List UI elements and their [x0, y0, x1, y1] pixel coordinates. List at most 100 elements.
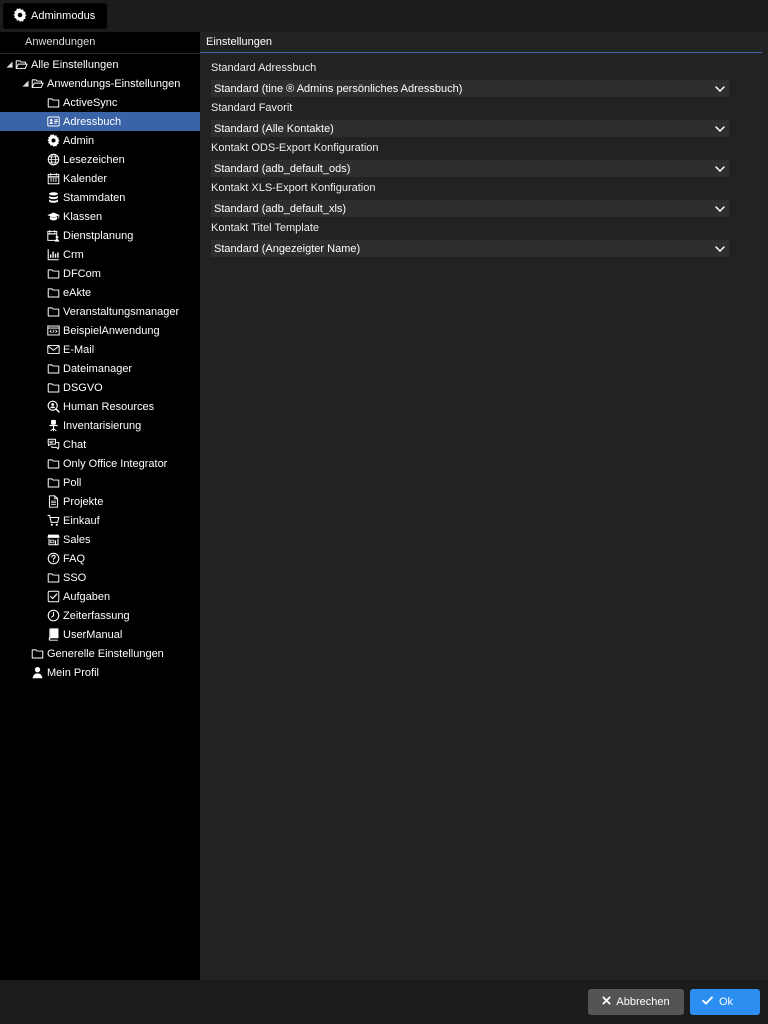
expand-arrow-icon[interactable]	[21, 80, 29, 88]
tree-item-label: ActiveSync	[63, 96, 118, 109]
setting-label: Kontakt Titel Template	[211, 222, 320, 234]
tree-item-label: Klassen	[63, 210, 103, 223]
setting-select[interactable]: Standard (Angezeigter Name)	[211, 240, 729, 257]
tree-item-label: Dienstplanung	[63, 229, 134, 242]
chevron-down-icon[interactable]	[714, 163, 726, 175]
database-icon	[46, 191, 60, 205]
tree-item-label: Chat	[63, 438, 87, 451]
tree-item-klassen[interactable]: Klassen	[0, 207, 200, 226]
gear-icon	[46, 134, 60, 148]
tree-item-activesync[interactable]: ActiveSync	[0, 93, 200, 112]
tree-item-poll[interactable]: Poll	[0, 473, 200, 492]
tree-item-label: Generelle Einstellungen	[47, 647, 164, 660]
tree-item-admin[interactable]: Admin	[0, 131, 200, 150]
select-value: Standard (adb_default_ods)	[214, 162, 351, 175]
tree-item-label: DFCom	[63, 267, 101, 280]
document-icon	[46, 495, 60, 509]
folder-open-icon	[30, 77, 44, 91]
folder-icon	[46, 457, 60, 471]
tree-item-mein-profil[interactable]: Mein Profil	[0, 663, 200, 682]
select-value: Standard (tine ® Admins persönliches Adr…	[214, 82, 463, 95]
tree-item-faq[interactable]: FAQ	[0, 549, 200, 568]
bar-chart-icon	[46, 248, 60, 262]
tree-item-dsgvo[interactable]: DSGVO	[0, 378, 200, 397]
select-value: Standard (Alle Kontakte)	[214, 122, 334, 135]
ok-button[interactable]: Ok	[690, 989, 760, 1015]
admin-mode-button[interactable]: Adminmodus	[3, 3, 108, 29]
chevron-down-icon[interactable]	[714, 83, 726, 95]
tree-item-label: Mein Profil	[47, 666, 99, 679]
tree-item-sso[interactable]: SSO	[0, 568, 200, 587]
tree-item-veranstaltungsmanager[interactable]: Veranstaltungsmanager	[0, 302, 200, 321]
tree-item-label: FAQ	[63, 552, 86, 565]
tree-item-e-mail[interactable]: E-Mail	[0, 340, 200, 359]
user-search-icon	[46, 400, 60, 414]
tree-item-anwendungs-einstellungen[interactable]: Anwendungs-Einstellungen	[0, 74, 200, 93]
tree-item-inventarisierung[interactable]: Inventarisierung	[0, 416, 200, 435]
book-icon	[46, 628, 60, 642]
tree-item-label: Kalender	[63, 172, 108, 185]
cart-icon	[46, 514, 60, 528]
code-window-icon	[46, 324, 60, 338]
tree-item-label: Poll	[63, 476, 82, 489]
tree-item-zeiterfassung[interactable]: Zeiterfassung	[0, 606, 200, 625]
tree-item-only-office-integrator[interactable]: Only Office Integrator	[0, 454, 200, 473]
settings-tree-panel: Anwendungen Alle Einstellungen Anwendungs…	[0, 32, 200, 980]
address-card-icon	[46, 115, 60, 129]
tree-item-usermanual[interactable]: UserManual	[0, 625, 200, 644]
tree-item-label: Inventarisierung	[63, 419, 142, 432]
calendar-icon	[46, 172, 60, 186]
tree-item-label: Only Office Integrator	[63, 457, 168, 470]
tree-item-eakte[interactable]: eAkte	[0, 283, 200, 302]
setting-select[interactable]: Standard (Alle Kontakte)	[211, 120, 729, 137]
tree-header: Anwendungen	[0, 32, 200, 54]
tree-item-generelle-einstellungen[interactable]: Generelle Einstellungen	[0, 644, 200, 663]
tree-item-einkauf[interactable]: Einkauf	[0, 511, 200, 530]
expand-arrow-icon[interactable]	[5, 61, 13, 69]
tree-item-label: Admin	[63, 134, 95, 147]
tree-item-projekte[interactable]: Projekte	[0, 492, 200, 511]
tree-item-chat[interactable]: Chat	[0, 435, 200, 454]
chevron-down-icon[interactable]	[714, 203, 726, 215]
setting-select[interactable]: Standard (tine ® Admins persönliches Adr…	[211, 80, 729, 97]
tree-item-alle-einstellungen[interactable]: Alle Einstellungen	[0, 55, 200, 74]
tree-item-dienstplanung[interactable]: Dienstplanung	[0, 226, 200, 245]
tree-item-beispielanwendung[interactable]: BeispielAnwendung	[0, 321, 200, 340]
setting-select[interactable]: Standard (adb_default_xls)	[211, 200, 729, 217]
tree-item-stammdaten[interactable]: Stammdaten	[0, 188, 200, 207]
setting-select[interactable]: Standard (adb_default_ods)	[211, 160, 729, 177]
close-icon	[602, 996, 611, 1008]
tree-item-sales[interactable]: Sales	[0, 530, 200, 549]
tree-item-aufgaben[interactable]: Aufgaben	[0, 587, 200, 606]
tree-item-label: Adressbuch	[63, 115, 122, 128]
tree-item-kalender[interactable]: Kalender	[0, 169, 200, 188]
chevron-down-icon[interactable]	[714, 243, 726, 255]
tree-item-crm[interactable]: Crm	[0, 245, 200, 264]
checkbox-icon	[46, 590, 60, 604]
clock-icon	[46, 609, 60, 623]
tree-item-adressbuch[interactable]: Adressbuch	[0, 112, 200, 131]
tree-item-label: UserManual	[63, 628, 123, 641]
tree-item-label: BeispielAnwendung	[63, 324, 160, 337]
cancel-button[interactable]: Abbrechen	[588, 989, 684, 1015]
chat-icon	[46, 438, 60, 452]
tree-item-lesezeichen[interactable]: Lesezeichen	[0, 150, 200, 169]
chevron-down-icon[interactable]	[714, 123, 726, 135]
tree-item-dfcom[interactable]: DFCom	[0, 264, 200, 283]
tree-item-dateimanager[interactable]: Dateimanager	[0, 359, 200, 378]
tree-item-human-resources[interactable]: Human Resources	[0, 397, 200, 416]
